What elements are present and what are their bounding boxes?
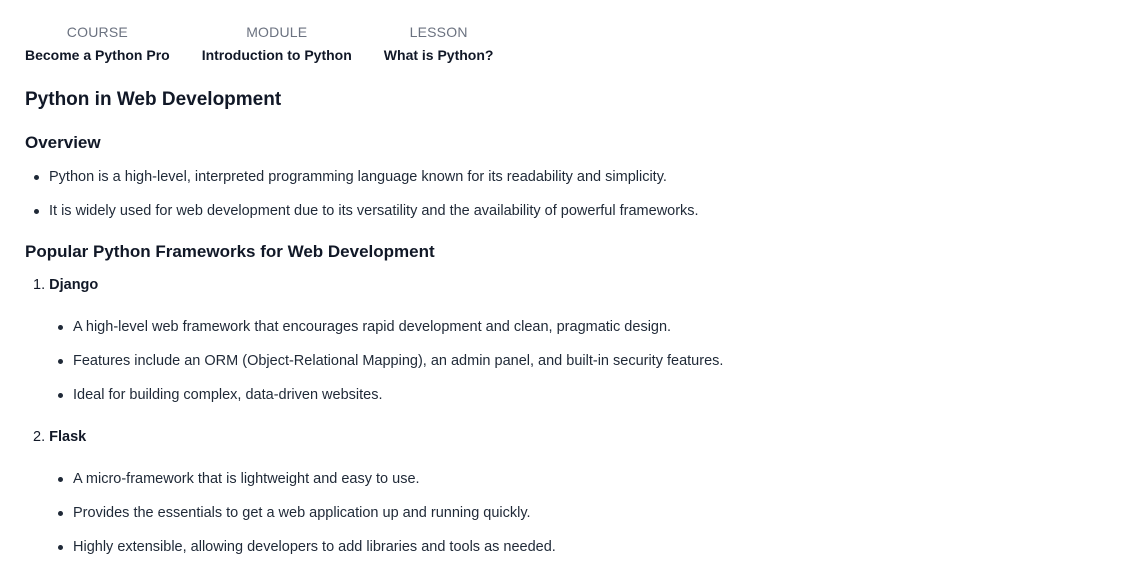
list-item: Ideal for building complex, data-driven … <box>58 386 1116 404</box>
breadcrumb-lesson-label: LESSON <box>409 24 468 40</box>
list-item: Highly extensible, allowing developers t… <box>58 538 1116 556</box>
framework-number: 2. <box>33 429 46 445</box>
breadcrumb-lesson-current: What is Python? <box>383 47 494 63</box>
overview-heading: Overview <box>25 133 101 152</box>
lesson-content: Python in Web Development Overview Pytho… <box>25 88 1116 556</box>
page-title: Python in Web Development <box>25 89 282 110</box>
framework-name: Django <box>49 277 99 293</box>
breadcrumb-course-label: COURSE <box>66 24 128 40</box>
breadcrumb-module-label: MODULE <box>246 24 308 40</box>
framework-flask-heading: 2. Flask <box>25 428 1116 446</box>
breadcrumb-module-link[interactable]: Introduction to Python <box>202 47 352 64</box>
framework-django-list: A high-level web framework that encourag… <box>25 318 1116 404</box>
list-item: It is widely used for web development du… <box>34 202 1116 220</box>
framework-flask-list: A micro-framework that is lightweight an… <box>25 470 1116 556</box>
breadcrumb-course: COURSE Become a Python Pro <box>25 24 170 64</box>
list-item: Provides the essentials to get a web app… <box>58 504 1116 522</box>
frameworks-heading: Popular Python Frameworks for Web Develo… <box>25 242 435 261</box>
breadcrumb-lesson: LESSON What is Python? <box>384 24 494 64</box>
breadcrumb: COURSE Become a Python Pro MODULE Introd… <box>25 24 493 64</box>
framework-django-heading: 1. Django <box>25 276 1116 294</box>
list-item: Python is a high-level, interpreted prog… <box>34 168 1116 186</box>
list-item: Features include an ORM (Object-Relation… <box>58 352 1116 370</box>
breadcrumb-course-link[interactable]: Become a Python Pro <box>25 47 170 64</box>
framework-name: Flask <box>49 429 87 445</box>
breadcrumb-module: MODULE Introduction to Python <box>202 24 352 64</box>
list-item: A micro-framework that is lightweight an… <box>58 470 1116 488</box>
list-item: A high-level web framework that encourag… <box>58 318 1116 336</box>
framework-number: 1. <box>33 277 46 293</box>
lesson-page: COURSE Become a Python Pro MODULE Introd… <box>0 0 1136 577</box>
overview-list: Python is a high-level, interpreted prog… <box>25 168 1116 220</box>
